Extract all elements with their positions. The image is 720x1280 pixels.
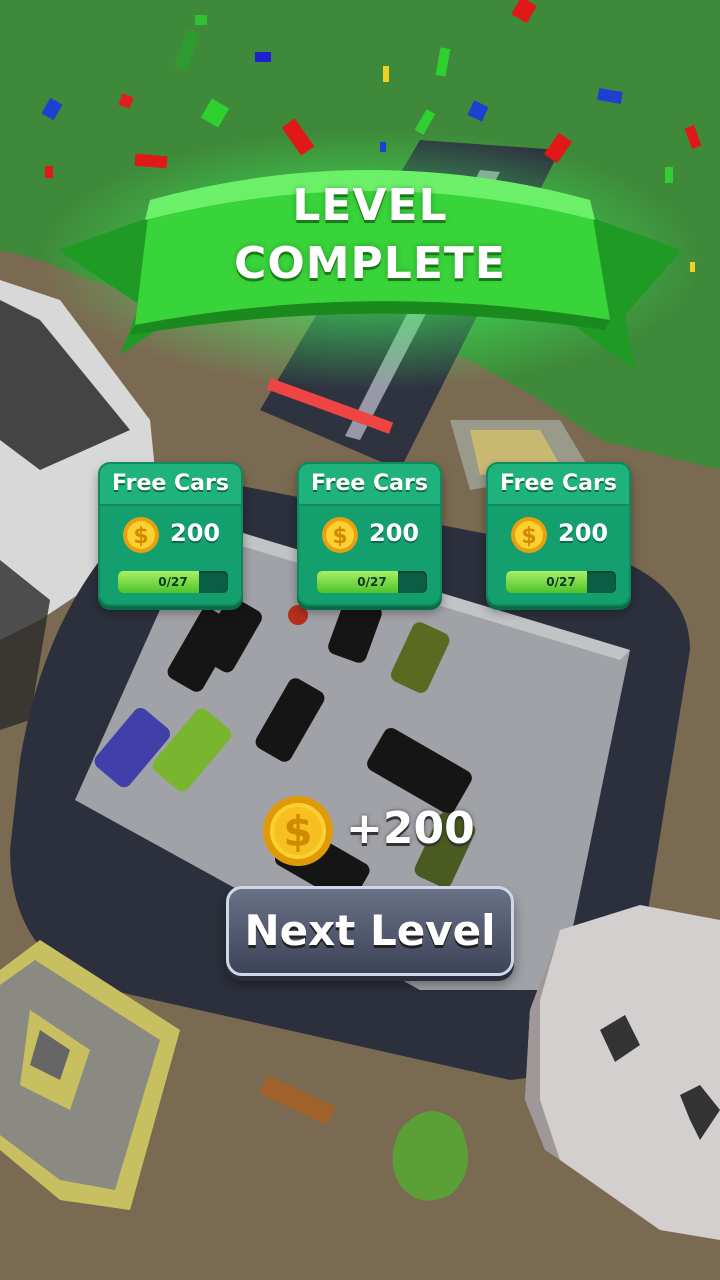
progress-label: 0/27: [546, 575, 576, 589]
svg-text:$: $: [332, 524, 347, 549]
card-amount: 200: [170, 519, 221, 547]
banner-title-line2: COMPLETE: [234, 238, 506, 289]
card-amount: 200: [369, 519, 420, 547]
card-progress-bar: 0/27: [506, 571, 616, 593]
card-progress-bar: 0/27: [118, 571, 228, 593]
free-cars-card-1[interactable]: Free Cars $ 200 0/27: [98, 462, 243, 606]
level-complete-banner: LEVEL COMPLETE: [50, 150, 690, 380]
free-cars-card-2[interactable]: Free Cars $ 200 0/27: [297, 462, 442, 606]
svg-text:$: $: [521, 524, 536, 549]
card-title: Free Cars: [488, 464, 629, 506]
svg-text:$: $: [283, 807, 312, 856]
next-level-button[interactable]: Next Level: [226, 886, 514, 976]
dollar-coin-icon: $: [322, 517, 358, 553]
reward-amount: +200: [346, 803, 475, 854]
reward-display: $ +200: [262, 795, 522, 867]
progress-label: 0/27: [357, 575, 387, 589]
progress-label: 0/27: [158, 575, 188, 589]
svg-text:$: $: [133, 524, 148, 549]
dollar-coin-icon: $: [123, 517, 159, 553]
dollar-coin-icon: $: [263, 796, 333, 866]
card-title: Free Cars: [299, 464, 440, 506]
card-amount: 200: [558, 519, 609, 547]
banner-title-line1: LEVEL: [292, 180, 448, 231]
card-title: Free Cars: [100, 464, 241, 506]
dollar-coin-icon: $: [511, 517, 547, 553]
free-cars-card-3[interactable]: Free Cars $ 200 0/27: [486, 462, 631, 606]
card-progress-bar: 0/27: [317, 571, 427, 593]
